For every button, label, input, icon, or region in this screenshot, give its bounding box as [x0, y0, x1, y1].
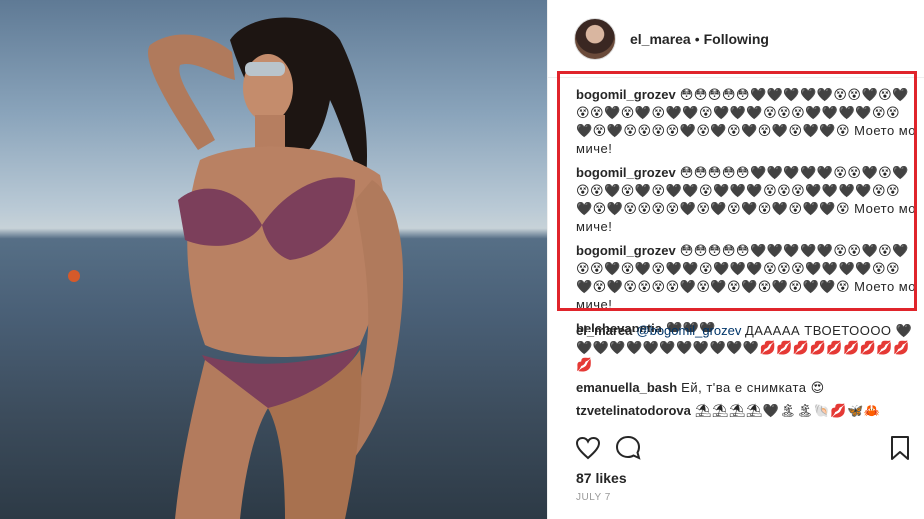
comment-username[interactable]: emanuella_bash	[576, 380, 677, 395]
comment-item: bogomil_grozev 😳😳😳😳😳🖤🖤🖤🖤🖤😵😵🖤😵🖤😵😵🖤😵🖤😵🖤🖤😵🖤🖤…	[576, 86, 916, 158]
comment-item: bogomil_grozev 😳😳😳😳😳🖤🖤🖤🖤🖤😵😵🖤😵🖤😵😵🖤😵🖤😵🖤🖤😵🖤🖤…	[576, 164, 916, 236]
comment-text: ⛱⛱⛱⛱🖤🏝🏝🐚💋🦋🦀	[694, 403, 881, 418]
comment-bubble-icon[interactable]	[614, 434, 642, 462]
avatar[interactable]	[574, 17, 616, 60]
comment-item: emanuella_bash Ей, т'ва е снимката 😍	[576, 379, 916, 396]
comment-username[interactable]: bogomil_grozev	[576, 87, 676, 102]
beach-photo-illustration	[68, 17, 404, 519]
bookmark-icon[interactable]	[886, 434, 914, 462]
comments-list: el_marea @bogomil_grozev ДААААА ТВОЕТОООО…	[576, 322, 916, 425]
highlighted-comments: bogomil_grozev 😳😳😳😳😳🖤🖤🖤🖤🖤😵😵🖤😵🖤😵😵🖤😵🖤😵🖤🖤😵🖤🖤…	[576, 86, 916, 338]
post-sidebar: el_marea • Following bogomil_grozev 😳😳😳😳😳…	[547, 0, 924, 519]
post-actions	[574, 434, 914, 462]
comment-item: tzvetelinatodorova ⛱⛱⛱⛱🖤🏝🏝🐚💋🦋🦀	[576, 402, 916, 419]
post-photo[interactable]	[0, 0, 547, 519]
author-username[interactable]: el_marea	[630, 31, 691, 47]
comment-text: Ей, т'ва е снимката 😍	[681, 380, 825, 395]
comment-username[interactable]: bogomil_grozev	[576, 243, 676, 258]
likes-count[interactable]: 87 likes	[576, 470, 627, 486]
comment-username[interactable]: tzvetelinatodorova	[576, 403, 691, 418]
comment-item: el_marea @bogomil_grozev ДААААА ТВОЕТОООО…	[576, 322, 916, 373]
post-header: el_marea • Following	[548, 0, 924, 78]
comment-username[interactable]: el_marea	[576, 323, 632, 338]
comment-mention[interactable]: @bogomil_grozev	[636, 323, 741, 338]
following-button[interactable]: Following	[704, 31, 769, 47]
heart-icon[interactable]	[574, 434, 602, 462]
header-separator: •	[694, 30, 700, 47]
comment-item: bogomil_grozev 😳😳😳😳😳🖤🖤🖤🖤🖤😵😵🖤😵🖤😵😵🖤😵🖤😵🖤🖤😵🖤🖤…	[576, 242, 916, 314]
comment-username[interactable]: bogomil_grozev	[576, 165, 676, 180]
header-text: el_marea • Following	[630, 31, 769, 47]
post-date: JULY 7	[576, 492, 611, 503]
